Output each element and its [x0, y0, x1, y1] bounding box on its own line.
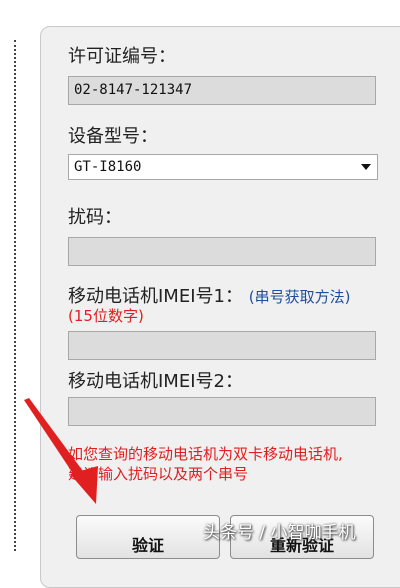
imei2-field[interactable]: [68, 397, 376, 426]
chevron-down-icon[interactable]: [361, 164, 371, 170]
verify-button[interactable]: 验证: [76, 515, 220, 559]
imei2-label: 移动电话机IMEI号2：: [68, 371, 243, 392]
license-number-field[interactable]: 02-8147-121347: [68, 76, 376, 105]
imei1-field[interactable]: [68, 331, 376, 360]
notice-line-2: 建议输入扰码以及两个串号: [68, 465, 249, 483]
notice-line-1: 如您查询的移动电话机为双卡移动电话机,: [68, 445, 343, 463]
license-number-label: 许可证编号：: [68, 46, 176, 67]
imei1-hint: (15位数字): [68, 307, 144, 325]
dotted-guide-line: [14, 40, 16, 551]
scramble-code-label: 扰码：: [68, 207, 122, 228]
imei1-label: 移动电话机IMEI号1：: [68, 286, 243, 307]
device-model-label: 设备型号：: [68, 126, 158, 147]
scramble-code-field[interactable]: [68, 237, 376, 266]
watermark-text: 头条号 / 小智咖手机: [203, 523, 356, 543]
device-model-value: GT-I8160: [74, 159, 142, 175]
dual-sim-notice: 如您查询的移动电话机为双卡移动电话机, 建议输入扰码以及两个串号: [68, 444, 388, 484]
imei-help-link[interactable]: (串号获取方法): [249, 288, 351, 306]
device-model-select[interactable]: GT-I8160: [68, 154, 378, 180]
